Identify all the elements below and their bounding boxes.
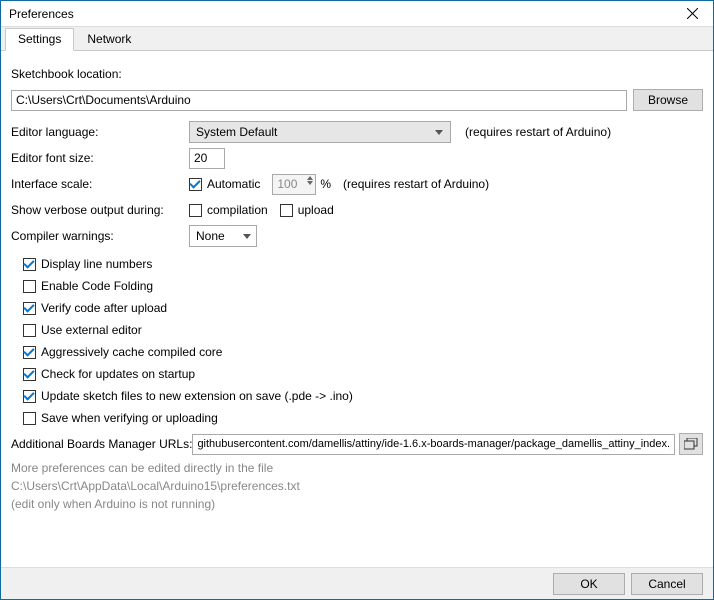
upload-checkbox[interactable] [280, 204, 293, 217]
editor-language-value: System Default [196, 125, 277, 139]
tab-settings[interactable]: Settings [5, 28, 74, 51]
scale-spinner[interactable]: 100 [272, 174, 316, 195]
save-verify-checkbox[interactable] [23, 412, 36, 425]
cache-core-checkbox[interactable] [23, 346, 36, 359]
code-folding-label: Enable Code Folding [41, 279, 153, 293]
check-updates-label: Check for updates on startup [41, 367, 195, 381]
cache-core-label: Aggressively cache compiled core [41, 345, 222, 359]
sketchbook-location-input[interactable] [11, 90, 627, 111]
scale-value: 100 [277, 177, 297, 191]
code-folding-checkbox[interactable] [23, 280, 36, 293]
boards-url-expand-button[interactable] [679, 433, 703, 455]
save-verify-label: Save when verifying or uploading [41, 411, 218, 425]
check-updates-checkbox[interactable] [23, 368, 36, 381]
line-numbers-checkbox[interactable] [23, 258, 36, 271]
compiler-warnings-label: Compiler warnings: [11, 229, 189, 243]
scale-hint: (requires restart of Arduino) [343, 177, 489, 191]
automatic-label: Automatic [207, 177, 260, 191]
tabs: Settings Network [1, 27, 713, 51]
verbose-label: Show verbose output during: [11, 203, 189, 217]
sketchbook-label: Sketchbook location: [11, 67, 122, 81]
language-hint: (requires restart of Arduino) [465, 125, 611, 139]
automatic-checkbox[interactable] [189, 178, 202, 191]
browse-button[interactable]: Browse [633, 89, 703, 111]
percent-label: % [320, 177, 331, 191]
verify-upload-checkbox[interactable] [23, 302, 36, 315]
boards-url-input[interactable] [192, 434, 675, 455]
line-numbers-label: Display line numbers [41, 257, 152, 271]
editor-language-select[interactable]: System Default [189, 121, 451, 143]
dialog-footer: OK Cancel [1, 567, 713, 599]
external-editor-label: Use external editor [41, 323, 142, 337]
compilation-checkbox[interactable] [189, 204, 202, 217]
boards-url-label: Additional Boards Manager URLs: [11, 437, 192, 451]
window-icon [684, 438, 698, 450]
font-size-label: Editor font size: [11, 151, 189, 165]
update-ext-checkbox[interactable] [23, 390, 36, 403]
verify-upload-label: Verify code after upload [41, 301, 167, 315]
more-prefs-line1: More preferences can be edited directly … [11, 461, 703, 475]
settings-panel: Sketchbook location: Browse Editor langu… [1, 51, 713, 511]
compilation-label: compilation [207, 203, 268, 217]
more-prefs-line3: (edit only when Arduino is not running) [11, 497, 703, 511]
spinner-arrows-icon [307, 176, 313, 185]
external-editor-checkbox[interactable] [23, 324, 36, 337]
compiler-warnings-value: None [196, 229, 225, 243]
editor-language-label: Editor language: [11, 125, 189, 139]
close-button[interactable] [671, 1, 713, 26]
update-ext-label: Update sketch files to new extension on … [41, 389, 353, 403]
compiler-warnings-select[interactable]: None [189, 225, 257, 247]
upload-label: upload [298, 203, 334, 217]
tab-network[interactable]: Network [74, 28, 144, 51]
titlebar: Preferences [1, 1, 713, 27]
more-prefs-path: C:\Users\Crt\AppData\Local\Arduino15\pre… [11, 479, 703, 493]
cancel-button[interactable]: Cancel [631, 573, 703, 595]
ok-button[interactable]: OK [553, 573, 625, 595]
interface-scale-label: Interface scale: [11, 177, 189, 191]
window-title: Preferences [9, 7, 74, 21]
font-size-input[interactable] [189, 148, 225, 169]
